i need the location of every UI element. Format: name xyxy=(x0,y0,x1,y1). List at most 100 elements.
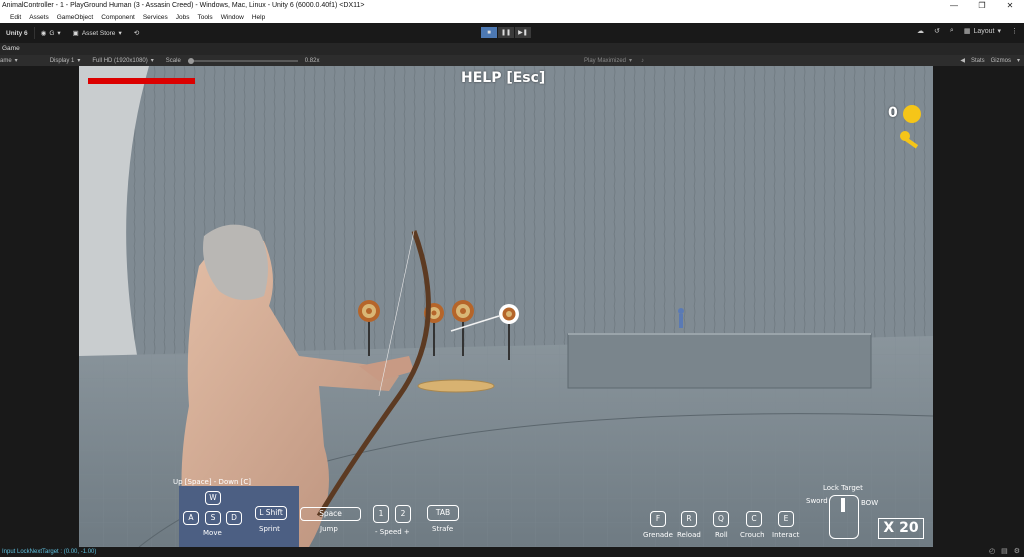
key-q: Q xyxy=(713,511,729,527)
bow-label: BOW xyxy=(861,499,879,507)
chevron-down-icon: ▾ xyxy=(629,58,633,64)
chevron-down-icon: ▾ xyxy=(150,58,154,64)
play-button[interactable]: ■ xyxy=(481,27,497,38)
resolution-dropdown[interactable]: Full HD (1920x1080) ▾ xyxy=(86,57,159,65)
history-icon[interactable]: ↺ xyxy=(934,27,940,35)
audio-icon[interactable]: ♪ xyxy=(641,58,644,64)
close-button[interactable]: ✕ xyxy=(996,0,1024,12)
playmode-controls: ■ ❚❚ ▶❚ xyxy=(481,27,531,38)
console-message: Input LockNextTarget : (0.00, -1.00) xyxy=(2,549,97,555)
key-2: 2 xyxy=(395,505,411,523)
menu-gameobject[interactable]: GameObject xyxy=(53,12,98,23)
menu-window[interactable]: Window xyxy=(217,12,248,23)
health-bar xyxy=(88,78,195,84)
help-hint[interactable]: HELP [Esc] xyxy=(461,70,545,86)
cache-icon[interactable]: ▤ xyxy=(1001,547,1008,557)
floating-platform xyxy=(417,379,495,393)
step-icon: ▶❚ xyxy=(518,30,528,36)
key-s: S xyxy=(205,511,221,525)
unity-version-label: Unity 6 xyxy=(6,29,28,37)
vertical-hint: Up [Space] - Down [C] xyxy=(173,478,251,486)
grenade-label: Grenade xyxy=(643,531,673,539)
toolbar-right: ☁ ↺ ⌕ ▦ Layout ▾ ⋮ xyxy=(917,27,1018,35)
chevron-down-icon: ▾ xyxy=(997,28,1001,35)
pause-icon: ❚❚ xyxy=(500,30,512,36)
mute-icon[interactable]: ◀ xyxy=(960,57,965,64)
scale-slider[interactable] xyxy=(187,57,298,64)
asset-store-icon: ▣ xyxy=(72,30,79,37)
version-control-icon: ⟲ xyxy=(133,30,140,37)
settings-icon[interactable]: ⚙ xyxy=(1014,547,1020,557)
key-w: W xyxy=(205,491,221,505)
chevron-down-icon: ▾ xyxy=(118,30,122,37)
account-dropdown[interactable]: ◉ G ▾ xyxy=(35,26,67,40)
coin-counter: 0 xyxy=(888,105,898,121)
sword-label: Sword xyxy=(806,497,828,505)
key-shift: L Shift xyxy=(255,506,287,520)
pause-button[interactable]: ❚❚ xyxy=(498,27,514,38)
play-icon: ■ xyxy=(487,29,491,36)
menu-help[interactable]: Help xyxy=(248,12,269,23)
layout-dropdown[interactable]: ▦ Layout ▾ xyxy=(963,27,1001,36)
key-e: E xyxy=(778,511,794,527)
menu-tools[interactable]: Tools xyxy=(194,12,217,23)
chevron-down-icon: ▾ xyxy=(57,30,61,37)
reload-label: Reload xyxy=(677,531,701,539)
layout-icon: ▦ xyxy=(963,28,971,35)
speed-label: - Speed + xyxy=(375,528,410,536)
window-title-bar: AnimalController - 1 - PlayGround Human … xyxy=(0,0,1024,12)
scale-control: Scale 0.82x xyxy=(160,57,326,64)
play-mode-label: Play Maximized xyxy=(584,57,627,64)
gizmos-button[interactable]: Gizmos xyxy=(991,58,1011,64)
asset-store-dropdown[interactable]: ▣ Asset Store ▾ xyxy=(67,26,128,40)
strafe-label: Strafe xyxy=(432,525,454,533)
jump-label: Jump xyxy=(320,525,338,533)
game-tab-bar: Game xyxy=(0,43,1024,55)
move-label: Move xyxy=(203,529,222,537)
more-icon[interactable]: ⋮ xyxy=(1011,27,1018,35)
version-control-button[interactable]: ⟲ xyxy=(128,26,145,40)
sprint-label: Sprint xyxy=(259,525,280,533)
search-icon[interactable]: ⌕ xyxy=(950,27,954,35)
cloud-icon[interactable]: ☁ xyxy=(917,27,924,35)
chevron-down-icon: ▾ xyxy=(77,58,81,64)
mouse-icon xyxy=(829,495,859,539)
minimize-button[interactable]: — xyxy=(940,0,968,12)
menu-services[interactable]: Services xyxy=(139,12,172,23)
stats-button[interactable]: Stats xyxy=(971,58,985,64)
menu-assets[interactable]: Assets xyxy=(25,12,53,23)
maximize-button[interactable]: ❐ xyxy=(968,0,996,12)
account-label: G xyxy=(49,29,55,37)
menu-edit[interactable]: Edit xyxy=(6,12,25,23)
unity-version[interactable]: Unity 6 xyxy=(0,26,34,40)
key-f: F xyxy=(650,511,666,527)
crouch-label: Crouch xyxy=(740,531,765,539)
resolution-label: Full HD (1920x1080) xyxy=(92,57,148,64)
display-dropdown[interactable]: Display 1 ▾ xyxy=(44,57,87,65)
window-controls: — ❐ ✕ xyxy=(940,0,1024,12)
key-space: Space xyxy=(300,507,361,521)
game-viewport[interactable]: HELP [Esc] 0 Up [Space] - Down [C] W A S… xyxy=(79,66,933,547)
menu-jobs[interactable]: Jobs xyxy=(172,12,194,23)
game-view-right-tools: ◀ Stats Gizmos ▾ xyxy=(960,55,1020,66)
menu-component[interactable]: Component xyxy=(97,12,139,23)
interact-label: Interact xyxy=(772,531,800,539)
console-status-bar[interactable]: Input LockNextTarget : (0.00, -1.00) ◴ ▤… xyxy=(0,547,1024,557)
game-mode-label: ame xyxy=(0,57,12,64)
lock-target-label: Lock Target xyxy=(823,484,863,492)
scale-label: Scale xyxy=(165,57,181,64)
window-title: AnimalController - 1 - PlayGround Human … xyxy=(2,2,365,9)
layout-label: Layout xyxy=(973,27,995,35)
tab-game[interactable]: Game xyxy=(2,45,20,52)
play-mode-dropdown[interactable]: Play Maximized ▾ ♪ xyxy=(578,57,650,65)
display-label: Display 1 xyxy=(49,57,75,64)
game-mode-dropdown[interactable]: ame ▾ xyxy=(0,57,24,65)
game-scene xyxy=(79,66,933,547)
progress-icon[interactable]: ◴ xyxy=(989,547,995,557)
menu-bar: Edit Assets GameObject Component Service… xyxy=(0,12,1024,23)
step-button[interactable]: ▶❚ xyxy=(515,27,531,38)
key-c: C xyxy=(746,511,762,527)
chevron-down-icon[interactable]: ▾ xyxy=(1017,57,1020,64)
account-icon: ◉ xyxy=(40,30,47,37)
ammo-counter: X 20 xyxy=(878,518,924,539)
